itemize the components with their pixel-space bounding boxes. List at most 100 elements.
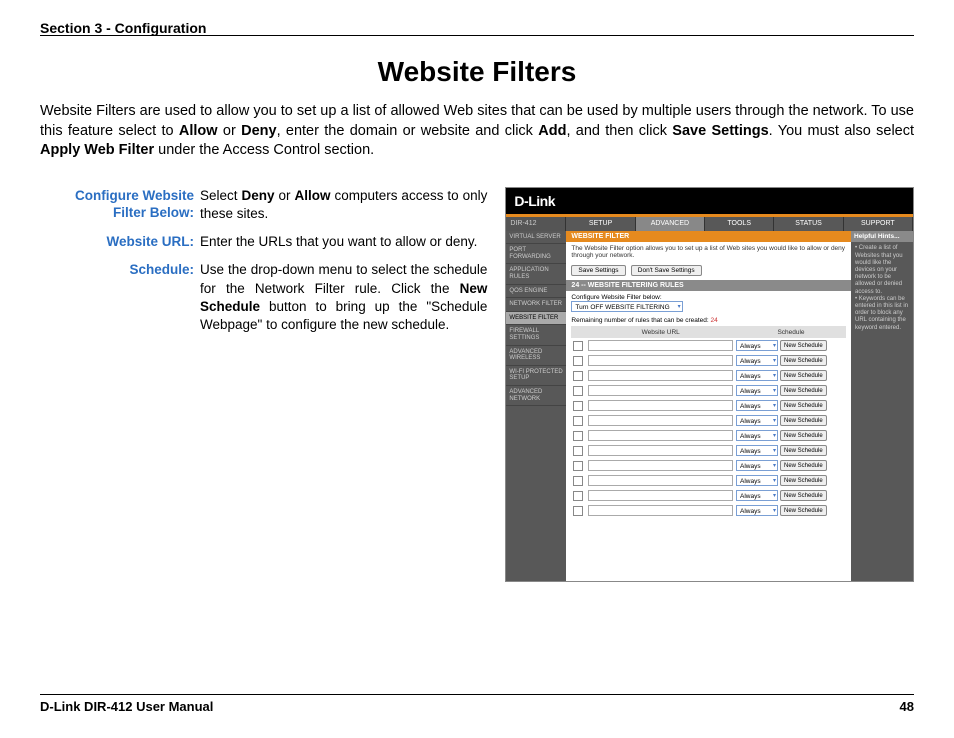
rules-head: 24 -- WEBSITE FILTERING RULES <box>566 280 851 291</box>
def-text-configure: Select Deny or Allow computers access to… <box>200 187 487 223</box>
txt: Select <box>200 188 242 203</box>
rule-row: AlwaysNew Schedule <box>571 473 846 488</box>
sidebar-item[interactable]: FIREWALL SETTINGS <box>506 325 566 345</box>
url-input[interactable] <box>588 385 733 396</box>
url-input[interactable] <box>588 445 733 456</box>
rule-row: AlwaysNew Schedule <box>571 503 846 518</box>
new-schedule-button[interactable]: New Schedule <box>780 475 827 486</box>
rule-checkbox[interactable] <box>573 356 583 366</box>
sidebar-item[interactable]: ADVANCED NETWORK <box>506 386 566 406</box>
schedule-select[interactable]: Always <box>736 415 778 426</box>
rule-checkbox[interactable] <box>573 446 583 456</box>
rule-checkbox[interactable] <box>573 386 583 396</box>
sidebar-item[interactable]: PORT FORWARDING <box>506 244 566 264</box>
rule-row: AlwaysNew Schedule <box>571 443 846 458</box>
footer-left: D-Link DIR-412 User Manual <box>40 699 213 714</box>
schedule-select[interactable]: Always <box>736 460 778 471</box>
new-schedule-button[interactable]: New Schedule <box>780 415 827 426</box>
sidebar-item[interactable]: WI-FI PROTECTED SETUP <box>506 366 566 386</box>
nav-tab-tools[interactable]: TOOLS <box>705 217 774 231</box>
router-screenshot: D-Link DIR-412 SETUPADVANCEDTOOLSSTATUSS… <box>505 187 914 582</box>
col-schedule: Schedule <box>736 329 846 336</box>
help-text: • Create a list of Websites that you wou… <box>855 245 909 331</box>
url-input[interactable] <box>588 430 733 441</box>
rule-row: AlwaysNew Schedule <box>571 488 846 503</box>
nav-tab-support[interactable]: SUPPORT <box>844 217 913 231</box>
filter-mode-select[interactable]: Turn OFF WEBSITE FILTERING <box>571 301 682 312</box>
rules-table: Website URL Schedule AlwaysNew ScheduleA… <box>566 326 851 523</box>
sidebar-item[interactable]: ADVANCED WIRELESS <box>506 346 566 366</box>
new-schedule-button[interactable]: New Schedule <box>780 355 827 366</box>
new-schedule-button[interactable]: New Schedule <box>780 370 827 381</box>
rule-row: AlwaysNew Schedule <box>571 458 846 473</box>
rule-checkbox[interactable] <box>573 431 583 441</box>
url-input[interactable] <box>588 400 733 411</box>
schedule-select[interactable]: Always <box>736 385 778 396</box>
intro-bold: Allow <box>179 123 218 139</box>
rule-checkbox[interactable] <box>573 416 583 426</box>
save-settings-button[interactable]: Save Settings <box>571 265 625 276</box>
sidebar-item[interactable]: WEBSITE FILTER <box>506 312 566 326</box>
rule-row: AlwaysNew Schedule <box>571 368 846 383</box>
new-schedule-button[interactable]: New Schedule <box>780 400 827 411</box>
router-nav: DIR-412 SETUPADVANCEDTOOLSSTATUSSUPPORT <box>506 217 913 231</box>
new-schedule-button[interactable]: New Schedule <box>780 460 827 471</box>
rule-checkbox[interactable] <box>573 491 583 501</box>
url-input[interactable] <box>588 355 733 366</box>
intro-bold: Apply Web Filter <box>40 142 154 158</box>
rule-row: AlwaysNew Schedule <box>571 338 846 353</box>
help-panel: Helpful Hints... • Create a list of Webs… <box>851 231 913 581</box>
new-schedule-button[interactable]: New Schedule <box>780 445 827 456</box>
router-content: WEBSITE FILTER The Website Filter option… <box>566 231 851 581</box>
page-title: Website Filters <box>40 56 914 88</box>
url-input[interactable] <box>588 460 733 471</box>
rule-checkbox[interactable] <box>573 401 583 411</box>
schedule-select[interactable]: Always <box>736 340 778 351</box>
schedule-select[interactable]: Always <box>736 445 778 456</box>
url-input[interactable] <box>588 475 733 486</box>
def-label-url: Website URL: <box>40 233 200 251</box>
schedule-select[interactable]: Always <box>736 355 778 366</box>
sidebar-item[interactable]: VIRTUAL SERVER <box>506 231 566 245</box>
config-label: Configure Website Filter below: <box>571 294 846 301</box>
intro-bold: Deny <box>241 123 276 139</box>
intro-bold: Add <box>538 123 566 139</box>
sidebar-item[interactable]: NETWORK FILTER <box>506 298 566 312</box>
new-schedule-button[interactable]: New Schedule <box>780 430 827 441</box>
content-section-head: WEBSITE FILTER <box>566 231 851 242</box>
schedule-select[interactable]: Always <box>736 505 778 516</box>
definitions: Configure Website Filter Below: Select D… <box>40 187 487 582</box>
nav-tab-status[interactable]: STATUS <box>774 217 843 231</box>
url-input[interactable] <box>588 505 733 516</box>
schedule-select[interactable]: Always <box>736 370 778 381</box>
intro-text: under the Access Control section. <box>154 142 374 158</box>
dont-save-button[interactable]: Don't Save Settings <box>631 265 702 276</box>
new-schedule-button[interactable]: New Schedule <box>780 505 827 516</box>
new-schedule-button[interactable]: New Schedule <box>780 385 827 396</box>
schedule-select[interactable]: Always <box>736 490 778 501</box>
nav-tab-advanced[interactable]: ADVANCED <box>636 217 705 231</box>
rule-checkbox[interactable] <box>573 461 583 471</box>
rule-checkbox[interactable] <box>573 476 583 486</box>
col-url: Website URL <box>585 329 736 336</box>
url-input[interactable] <box>588 340 733 351</box>
url-input[interactable] <box>588 490 733 501</box>
intro-text: , and then click <box>566 123 672 139</box>
sidebar-item[interactable]: APPLICATION RULES <box>506 264 566 284</box>
txt: or <box>275 188 295 203</box>
sidebar-item[interactable]: QOS ENGINE <box>506 285 566 299</box>
schedule-select[interactable]: Always <box>736 475 778 486</box>
content-desc: The Website Filter option allows you to … <box>566 242 851 264</box>
rule-checkbox[interactable] <box>573 506 583 516</box>
new-schedule-button[interactable]: New Schedule <box>780 490 827 501</box>
model-label: DIR-412 <box>506 217 566 231</box>
url-input[interactable] <box>588 370 733 381</box>
schedule-select[interactable]: Always <box>736 400 778 411</box>
rule-checkbox[interactable] <box>573 371 583 381</box>
rule-checkbox[interactable] <box>573 341 583 351</box>
url-input[interactable] <box>588 415 733 426</box>
new-schedule-button[interactable]: New Schedule <box>780 340 827 351</box>
schedule-select[interactable]: Always <box>736 430 778 441</box>
section-header: Section 3 - Configuration <box>40 20 914 36</box>
nav-tab-setup[interactable]: SETUP <box>566 217 635 231</box>
